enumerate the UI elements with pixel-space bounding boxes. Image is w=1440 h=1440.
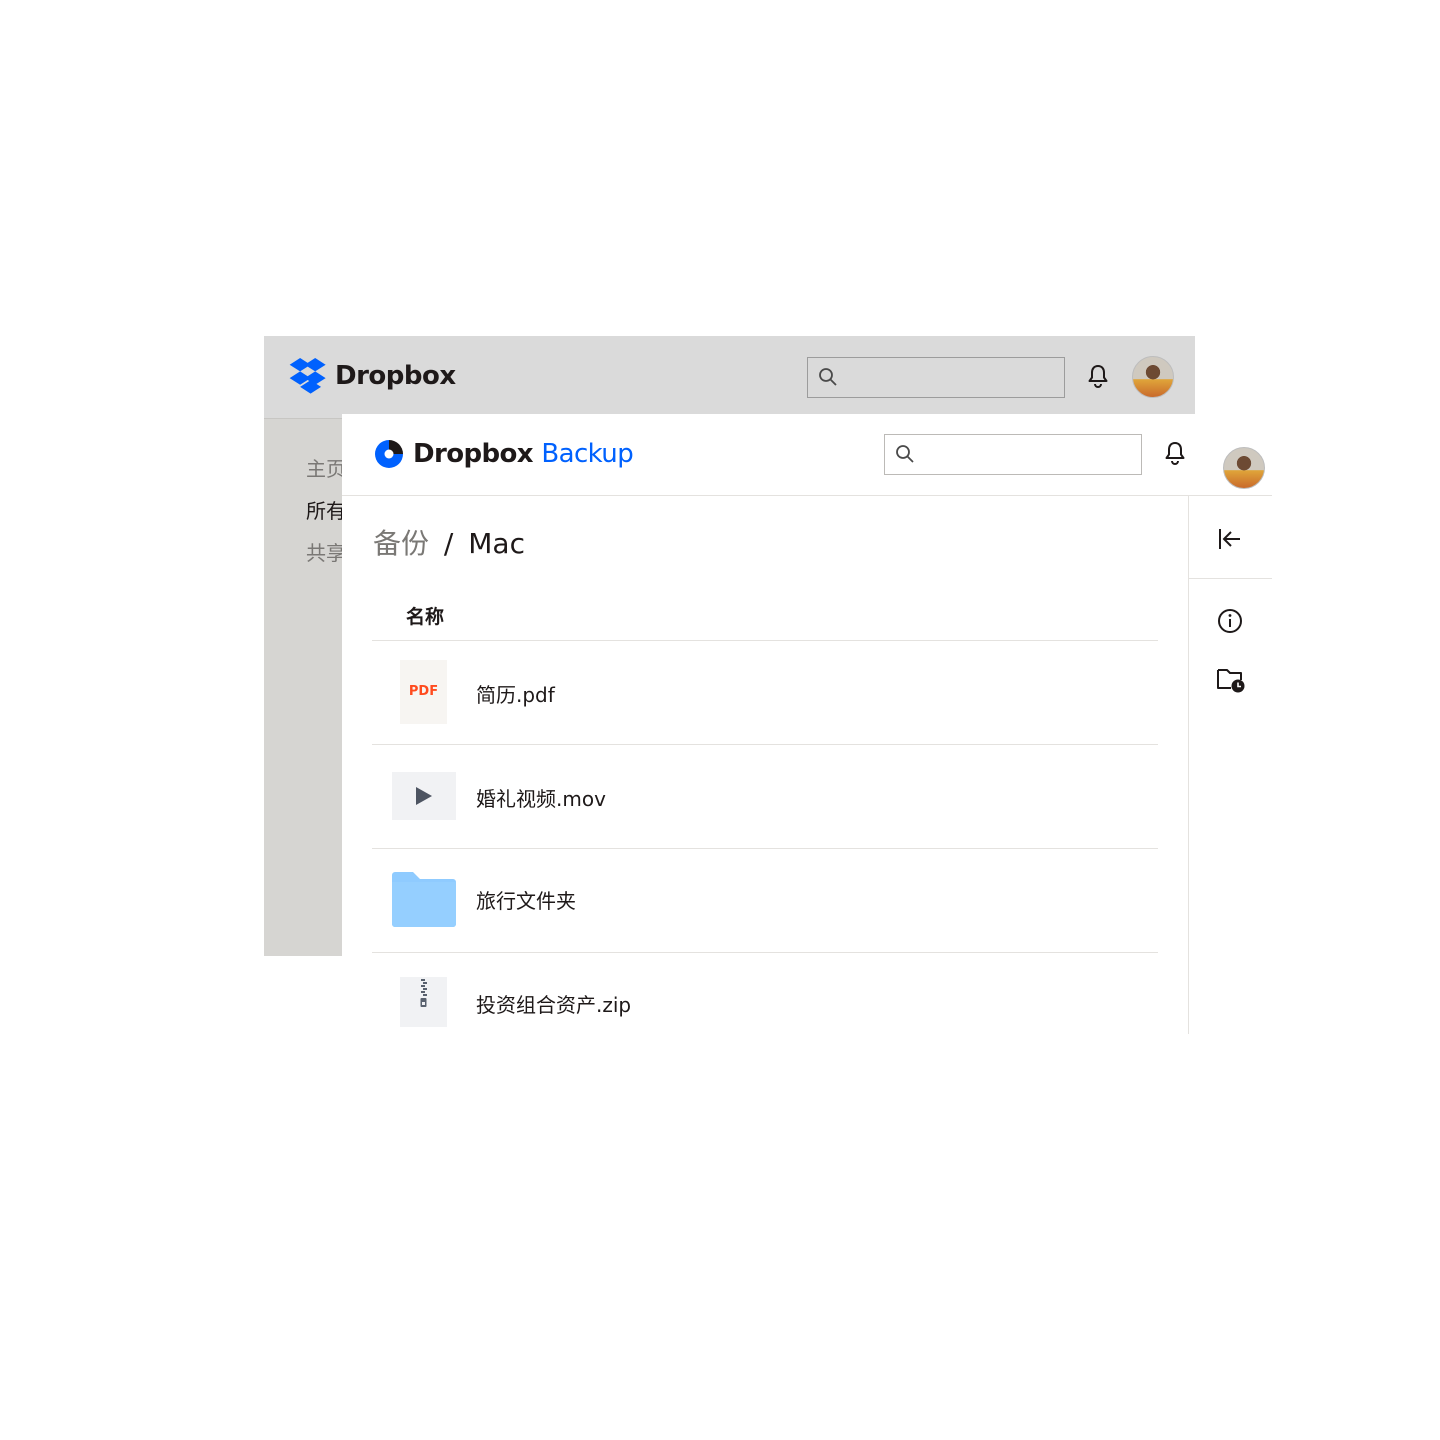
- column-header-label: 名称: [406, 606, 445, 628]
- dropbox-logo-text: Dropbox: [335, 361, 456, 391]
- collapse-panel-icon[interactable]: [1217, 526, 1243, 552]
- rail-divider: [1189, 578, 1272, 579]
- backup-window: Dropbox Backup 备份 / Mac 名称 PDF 简历.pdf 婚礼…: [342, 414, 1272, 1034]
- play-icon: [416, 787, 432, 805]
- zipper-icon: [420, 979, 427, 1007]
- search-icon: [819, 368, 837, 386]
- bell-icon[interactable]: [1086, 363, 1110, 389]
- breadcrumb-current: Mac: [468, 527, 525, 560]
- search-input[interactable]: [884, 434, 1142, 475]
- pdf-file-icon: PDF: [400, 660, 447, 724]
- name-column-header[interactable]: 名称: [372, 594, 1158, 641]
- breadcrumb-parent[interactable]: 备份: [373, 527, 429, 560]
- search-icon: [896, 445, 914, 463]
- logo-brand: Dropbox: [413, 439, 534, 469]
- avatar[interactable]: [1132, 356, 1174, 398]
- sidebar-item-all-files[interactable]: 所有: [306, 490, 346, 532]
- file-row-pdf[interactable]: PDF 简历.pdf: [372, 641, 1158, 745]
- sidebar-item-shared[interactable]: 共享: [306, 532, 346, 574]
- breadcrumb: 备份 / Mac: [373, 522, 525, 562]
- dropbox-logo-icon: [289, 358, 326, 394]
- dropbox-logo[interactable]: Dropbox: [288, 358, 456, 394]
- folder-history-icon[interactable]: [1216, 666, 1246, 694]
- dropbox-backup-logo-text: Dropbox Backup: [413, 439, 634, 469]
- zip-file-icon: [400, 977, 447, 1027]
- file-name[interactable]: 简历.pdf: [476, 679, 555, 708]
- avatar[interactable]: [1223, 447, 1265, 489]
- background-sidebar-nav: 主页 所有 共享: [306, 448, 346, 574]
- background-header: Dropbox: [264, 336, 1195, 419]
- breadcrumb-separator: /: [443, 527, 454, 560]
- sidebar-item-home[interactable]: 主页: [306, 448, 346, 490]
- file-row-folder[interactable]: 旅行文件夹: [372, 849, 1158, 953]
- video-file-icon: [392, 772, 456, 820]
- background-search-input[interactable]: [807, 357, 1065, 398]
- file-name[interactable]: 旅行文件夹: [476, 885, 576, 914]
- right-rail: [1188, 496, 1272, 1034]
- file-row-video[interactable]: 婚礼视频.mov: [372, 745, 1158, 849]
- file-name[interactable]: 投资组合资产.zip: [476, 989, 631, 1018]
- dropbox-backup-logo-icon: [375, 440, 403, 468]
- bell-icon[interactable]: [1163, 440, 1187, 466]
- dropbox-backup-logo[interactable]: Dropbox Backup: [374, 439, 634, 469]
- file-row-zip[interactable]: 投资组合资产.zip: [372, 953, 1158, 1034]
- folder-icon: [392, 872, 456, 927]
- backup-header: Dropbox Backup: [342, 414, 1272, 496]
- logo-product: Backup: [541, 439, 634, 469]
- info-icon[interactable]: [1217, 608, 1243, 634]
- file-name[interactable]: 婚礼视频.mov: [476, 783, 606, 812]
